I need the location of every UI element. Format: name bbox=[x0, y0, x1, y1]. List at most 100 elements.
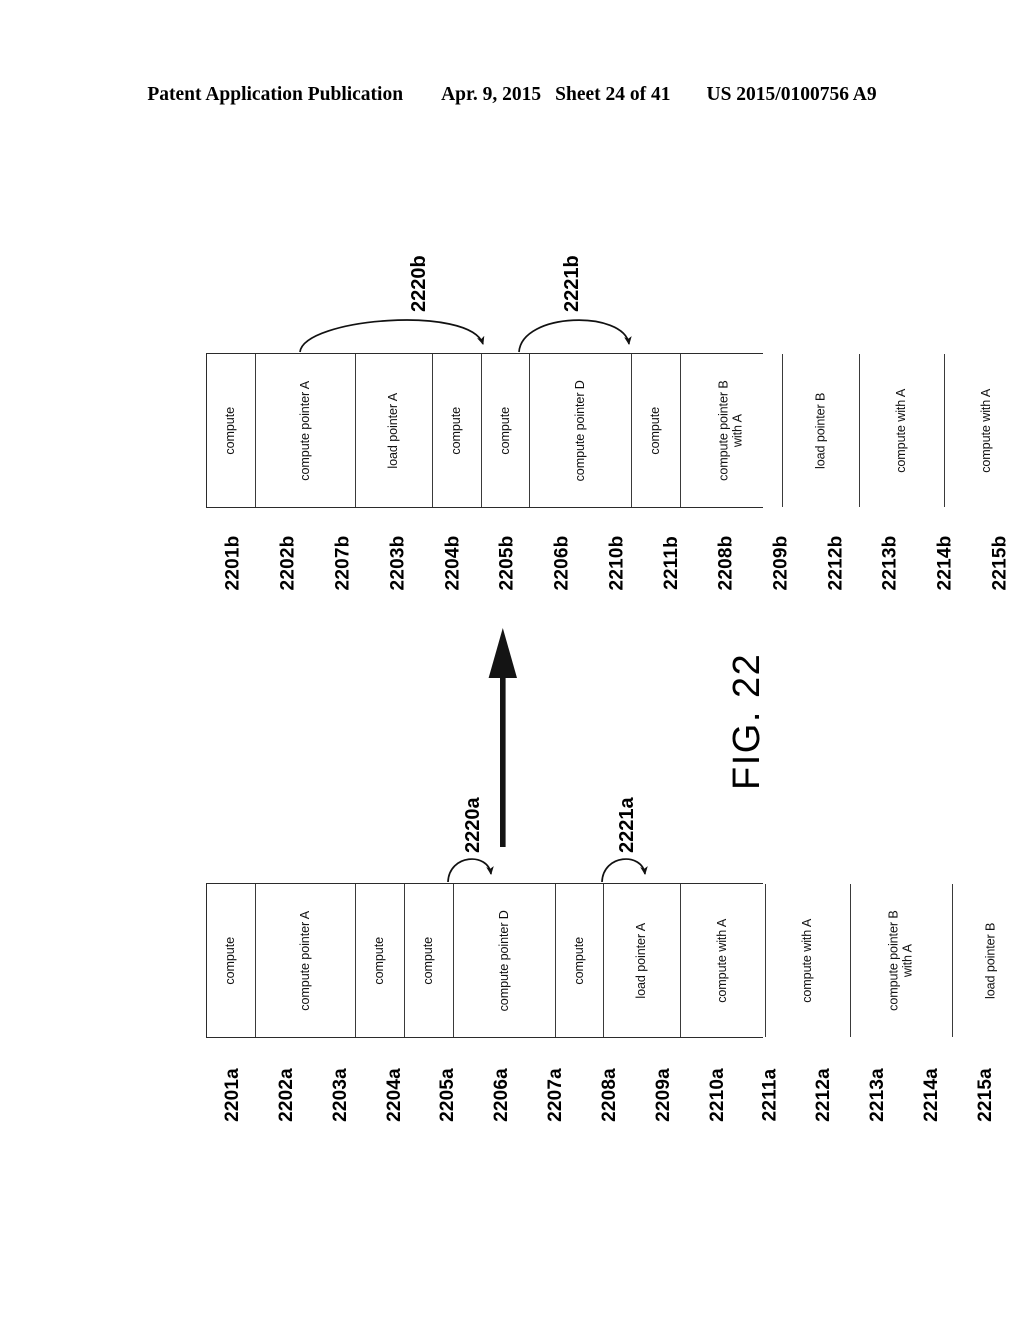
reference-number-text: 2212b bbox=[825, 535, 847, 591]
instruction-text: compute bbox=[497, 406, 512, 455]
instruction-cell: compute bbox=[555, 884, 605, 1037]
reference-number-text: 2207b bbox=[332, 535, 354, 591]
reordered-instruction-refs: 2201b 2202b 2207b 2203b 2204b 2205b 2206b 2210b… bbox=[206, 516, 1010, 608]
instruction-cell: compute bbox=[632, 354, 682, 507]
reference-number-text: 2214a bbox=[920, 1068, 942, 1122]
instruction-text: compute with A bbox=[715, 918, 730, 1003]
reference-number-text: 2212a bbox=[813, 1068, 835, 1122]
reference-number-text: 2205a bbox=[437, 1068, 459, 1122]
instruction-text: load pointer A bbox=[634, 922, 649, 999]
instruction-text: compute with A bbox=[800, 918, 815, 1003]
instruction-cell: compute pointer D bbox=[530, 354, 633, 507]
figure-22-drawing: compute compute pointer Aload pointer Aco… bbox=[0, 0, 1024, 1320]
reference-number-text: 2215a bbox=[974, 1068, 996, 1122]
instruction-text: compute with A bbox=[894, 388, 909, 473]
instruction-text: compute pointer B with A bbox=[716, 380, 745, 481]
reference-number: 2215a bbox=[959, 1046, 1013, 1142]
reference-number: 2209b bbox=[754, 516, 809, 608]
reference-number-text: 2215b bbox=[989, 535, 1011, 591]
reference-number-text: 2206b bbox=[551, 535, 573, 591]
reference-number-text: 2214b bbox=[934, 535, 956, 591]
reference-number: 2207a bbox=[529, 1046, 583, 1142]
reference-number-text: 2209a bbox=[652, 1068, 674, 1122]
instruction-text: load pointer B bbox=[812, 392, 827, 469]
instruction-cell: compute bbox=[207, 884, 256, 1037]
instruction-cell: load pointer A bbox=[356, 354, 434, 507]
reference-number-text: 2213a bbox=[867, 1068, 888, 1122]
instruction-text: compute bbox=[223, 936, 238, 985]
instruction-text: compute with A bbox=[979, 388, 994, 473]
reference-number-text: 2202a bbox=[275, 1068, 297, 1122]
reordered-instruction-table: compute compute pointer A load pointer A co… bbox=[206, 353, 1024, 508]
reference-number-text: 2204b bbox=[441, 535, 463, 591]
reference-number: 2212b bbox=[809, 516, 864, 608]
instruction-text: compute pointer D bbox=[573, 379, 588, 482]
reference-number: 2210a bbox=[691, 1046, 745, 1142]
reference-number: 2203b bbox=[371, 516, 426, 608]
reference-number: 2213b bbox=[863, 516, 918, 608]
instruction-cell: compute pointer D bbox=[453, 884, 556, 1037]
reference-number-text: 2210a bbox=[706, 1068, 728, 1122]
instruction-text: compute bbox=[421, 936, 436, 985]
instruction-text: load pointer B bbox=[982, 922, 997, 999]
instruction-cell: compute with A bbox=[681, 884, 767, 1037]
instruction-text: compute pointer A bbox=[297, 380, 312, 481]
reference-number: 2208a bbox=[583, 1046, 637, 1142]
reference-number-text: 2206a bbox=[491, 1068, 513, 1122]
reference-number: 2201a bbox=[206, 1046, 260, 1142]
reference-number: 2205b bbox=[480, 516, 535, 608]
reference-number: 2207b bbox=[316, 516, 371, 608]
reference-number-text: 2213b bbox=[879, 535, 901, 591]
instruction-cell: compute bbox=[481, 354, 531, 507]
instruction-text: compute bbox=[571, 936, 586, 985]
instruction-cell: load pointer B bbox=[952, 884, 1024, 1037]
instruction-text: compute pointer A bbox=[297, 910, 312, 1011]
reference-number: 2202b bbox=[261, 516, 316, 608]
reference-number-text: 2210b bbox=[606, 535, 628, 591]
instruction-cell: compute with A bbox=[944, 354, 1024, 507]
instruction-cell: load pointer B bbox=[782, 354, 860, 507]
instruction-text: compute bbox=[648, 406, 663, 455]
instruction-text: compute bbox=[372, 936, 387, 985]
arc-arrow-2220b bbox=[299, 319, 485, 353]
reference-number: 2214a bbox=[905, 1046, 959, 1142]
original-instruction-refs: 2201a 2202a 2203a 2204a 2205a 2206a 2207a 2208a… bbox=[206, 1046, 996, 1142]
instruction-cell: compute pointer A bbox=[255, 354, 357, 507]
reference-number: 2203a bbox=[314, 1046, 368, 1142]
arc-label-2220a: 2220a bbox=[462, 797, 484, 853]
instruction-cell: compute pointer B with A bbox=[851, 884, 953, 1037]
figure-caption: FIG. 22 bbox=[726, 652, 768, 790]
reference-number: 2208b bbox=[699, 516, 754, 608]
instruction-cell: compute with A bbox=[859, 354, 945, 507]
reference-number: 2205a bbox=[421, 1046, 475, 1142]
instruction-cell: compute bbox=[405, 884, 454, 1037]
reference-number-text: 2205b bbox=[496, 535, 518, 591]
reference-number-text: 2211b bbox=[660, 536, 682, 590]
instruction-cell: load pointer A bbox=[604, 884, 682, 1037]
reference-number-text: 2203a bbox=[329, 1068, 351, 1122]
reference-number: 2206b bbox=[535, 516, 590, 608]
reference-number-text: 2203b bbox=[387, 535, 409, 591]
original-instruction-table: compute compute pointer A compute compute co… bbox=[206, 883, 1024, 1038]
instruction-cell: compute with A bbox=[766, 884, 852, 1037]
transformation-arrow-up bbox=[488, 628, 517, 847]
instruction-text: compute pointer D bbox=[496, 909, 511, 1012]
reference-number: 2210b bbox=[590, 516, 645, 608]
arc-label-2221b: 2221b bbox=[561, 255, 583, 312]
instruction-cell: compute bbox=[433, 354, 482, 507]
reference-number-text: 2208a bbox=[598, 1068, 620, 1122]
reference-number: 2213a bbox=[851, 1046, 905, 1142]
reference-number: 2214b bbox=[918, 516, 973, 608]
reference-number: 2204a bbox=[368, 1046, 422, 1142]
reference-number: 2204b bbox=[426, 516, 481, 608]
instruction-text: compute bbox=[449, 406, 464, 455]
instruction-cell: compute bbox=[207, 354, 256, 507]
reference-number-text: 2208b bbox=[715, 535, 737, 591]
reference-number: 2212a bbox=[797, 1046, 851, 1142]
reference-number-text: 2207a bbox=[544, 1068, 566, 1122]
instruction-cell: compute pointer B with A bbox=[681, 354, 783, 507]
reference-number-text: 2204a bbox=[383, 1068, 405, 1122]
reference-number: 2215b bbox=[973, 516, 1024, 608]
arc-arrow-2221a bbox=[601, 858, 648, 883]
instruction-cell: compute pointer A bbox=[255, 884, 357, 1037]
